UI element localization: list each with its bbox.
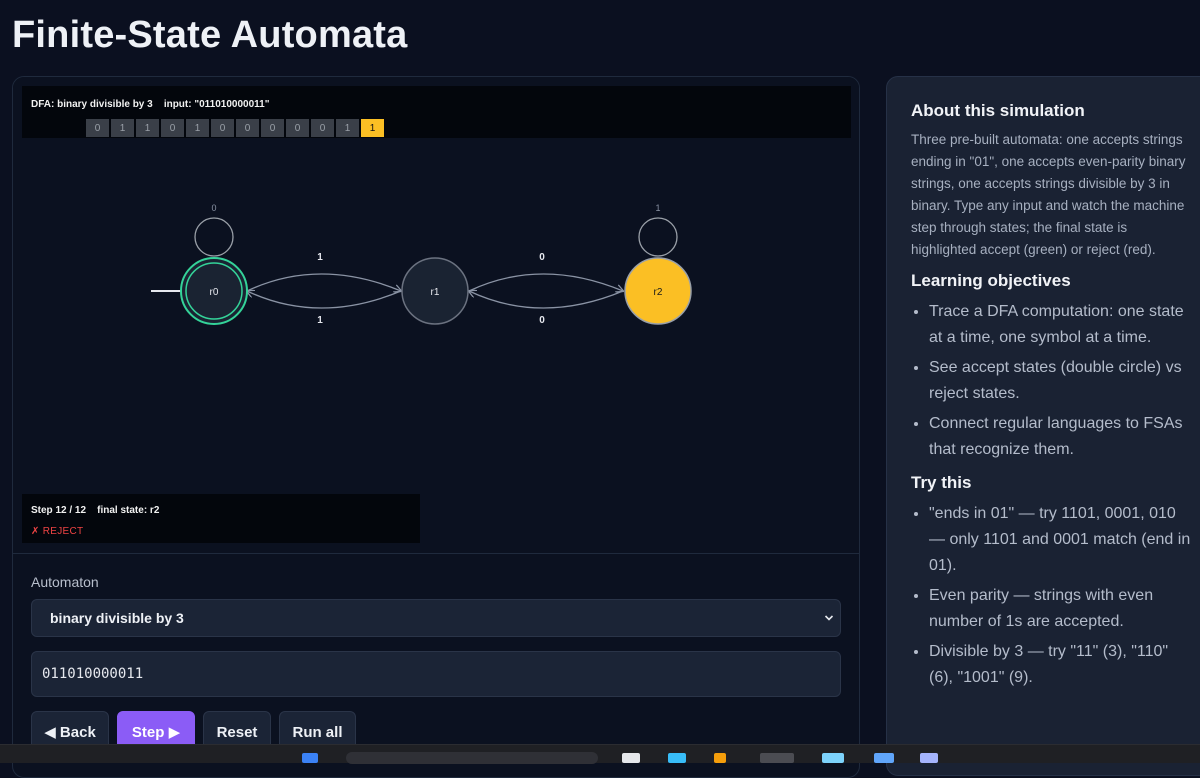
step-counter: Step 12 / 12 final state: r2 [31,505,160,516]
try-list: "ends in 01" — try 1101, 0001, 010 — onl… [911,501,1195,691]
transition-label: 0 [539,252,545,263]
info-panel: About this simulation Three pre-built au… [886,76,1200,776]
self-loop-r2 [638,217,678,257]
verdict-badge: ✗ REJECT [31,526,84,537]
transition-r0-r1 [246,273,401,291]
automaton-canvas: DFA: binary divisible by 3 input: "01101… [13,77,859,554]
taskbar-search-icon[interactable] [346,752,598,764]
try-title: Try this [911,473,972,492]
state-label: r2 [654,287,663,298]
list-item: See accept states (double circle) vs rej… [929,355,1195,407]
objectives-list: Trace a DFA computation: one state at a … [911,299,1195,463]
list-item: "ends in 01" — try 1101, 0001, 010 — onl… [929,501,1195,579]
automaton-label: Automaton [31,574,99,590]
list-item: Trace a DFA computation: one state at a … [929,299,1195,351]
state-label: r0 [210,287,219,298]
about-text: Three pre-built automata: one accepts st… [911,132,1186,257]
state-r1: r1 [401,257,469,325]
state-r2: r2 [624,257,692,325]
list-item: Even parity — strings with even number o… [929,583,1195,635]
state-diagram: 1 1 0 0 0 1 r0 r1 r2 [151,203,692,326]
page-title: Finite-State Automata [12,14,408,56]
transition-label: 1 [317,315,323,326]
state-r0: r0 [180,257,248,325]
chevron-down-icon [824,615,834,621]
transition-r1-r2 [468,273,623,291]
automaton-select-value: binary divisible by 3 [50,610,184,626]
transition-label: 1 [317,252,323,263]
transition-r1-r0 [247,291,402,309]
automaton-select[interactable]: binary divisible by 3 [31,599,841,637]
list-item: Connect regular languages to FSAs that r… [929,411,1195,463]
objectives-title: Learning objectives [911,271,1071,290]
about-title: About this simulation [911,101,1085,120]
simulation-card: DFA: binary divisible by 3 input: "01101… [12,76,860,778]
input-string-field[interactable]: 011010000011 [31,651,841,697]
transition-r2-r1 [469,291,624,309]
self-loop-label: 0 [211,203,216,213]
list-item: Divisible by 3 — try "11" (3), "110" (6)… [929,639,1195,691]
taskbar [0,744,1200,764]
self-loop-label: 1 [655,203,660,213]
transition-label: 0 [539,315,545,326]
self-loop-r0 [194,217,234,257]
state-label: r1 [431,287,440,298]
status-panel: Step 12 / 12 final state: r2 ✗ REJECT [22,494,420,543]
